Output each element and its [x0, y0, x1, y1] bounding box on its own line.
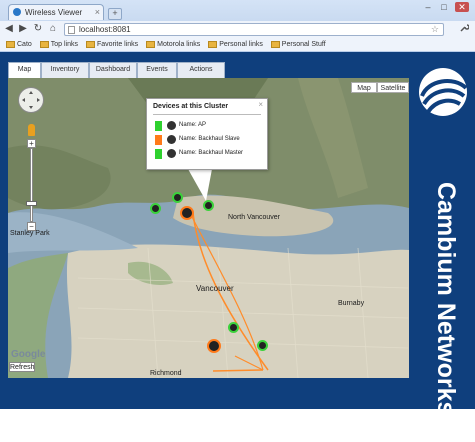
bookmark-item[interactable]: Cato [6, 38, 32, 51]
bookmark-label: Favorite links [96, 41, 139, 48]
bookmark-label: Cato [17, 41, 32, 48]
device-marker[interactable] [203, 200, 214, 211]
forward-button[interactable]: ▶ [17, 23, 29, 35]
refresh-button[interactable]: Refresh [9, 362, 35, 372]
cambium-link[interactable]: Cambium Networks [139, 435, 200, 442]
device-icon [167, 121, 176, 130]
map-label-north-vancouver: North Vancouver [228, 214, 281, 221]
minimize-button[interactable]: – [421, 2, 435, 12]
tab-actions[interactable]: Actions [177, 62, 225, 78]
home-button[interactable]: ⌂ [47, 23, 59, 35]
map-label-richmond: Richmond [150, 370, 182, 377]
footer-separator: | [133, 435, 135, 442]
footer-separator: | [6, 435, 8, 442]
bookmark-item[interactable]: Personal Stuff [270, 38, 326, 51]
tab-dashboard[interactable]: Dashboard [89, 62, 137, 78]
bookmark-item[interactable]: Favorite links [85, 38, 139, 51]
tab-close-icon[interactable]: × [95, 7, 100, 17]
street-view-pegman-icon[interactable] [28, 124, 35, 136]
user-manual-link[interactable]: User Manual [89, 435, 129, 442]
brand-name: Cambium Networks [432, 182, 460, 416]
folder-icon [146, 40, 156, 48]
map-label-burnaby: Burnaby [338, 300, 365, 307]
zoom-slider-thumb[interactable] [26, 201, 37, 206]
close-window-button[interactable]: ✕ [455, 2, 469, 12]
bookmark-label: Motorola links [157, 41, 201, 48]
tab-events[interactable]: Events [137, 62, 177, 78]
device-icon [167, 135, 176, 144]
map-label-vancouver: Vancouver [196, 284, 234, 293]
bookmark-item[interactable]: Personal links [208, 38, 263, 51]
popup-pointer [188, 169, 212, 201]
popup-title: Devices at this Cluster [153, 103, 229, 110]
status-swatch [155, 149, 162, 159]
pan-control[interactable] [18, 87, 44, 113]
device-name: Name: Backhaul Master [179, 150, 244, 156]
folder-icon [6, 40, 15, 48]
tab-map[interactable]: Map [8, 62, 41, 78]
wrench-icon [460, 24, 470, 32]
satellite-type-button[interactable]: Satellite [377, 82, 409, 93]
pan-arrows-icon [22, 91, 40, 109]
folder-icon [39, 40, 49, 48]
browser-chrome: Wireless Viewer × + – □ ✕ ◀ ▶ ↻ ⌂ localh… [0, 0, 475, 53]
status-swatch [155, 121, 162, 131]
footer-separator: | [83, 435, 86, 442]
bookmark-item[interactable]: Motorola links [146, 38, 200, 51]
device-name: Name: AP [179, 122, 207, 128]
bookmark-star-icon[interactable]: ☆ [431, 24, 439, 35]
cluster-popup: Devices at this Cluster × Name: AP Name:… [146, 98, 268, 170]
address-text: localhost:8081 [79, 25, 131, 34]
tab-favicon-icon [13, 8, 21, 16]
device-name: Name: Backhaul Slave [179, 136, 240, 142]
back-button[interactable]: ◀ [3, 23, 15, 35]
device-marker[interactable] [150, 203, 161, 214]
google-attribution: Google [11, 349, 46, 360]
popup-close-icon[interactable]: × [258, 100, 263, 109]
status-swatch [155, 135, 162, 145]
device-icon [167, 149, 176, 158]
page-icon [68, 26, 75, 34]
device-marker[interactable] [207, 339, 221, 353]
device-marker[interactable] [180, 206, 194, 220]
popup-divider [153, 114, 261, 115]
address-bar[interactable]: localhost:8081 ☆ [64, 23, 444, 36]
map-label-stanley-park: Stanley Park [10, 230, 50, 237]
map-type-button[interactable]: Map [351, 82, 377, 93]
bookmark-item[interactable]: Top links [39, 38, 78, 51]
wrench-menu-icon[interactable] [459, 23, 470, 36]
maximize-button[interactable]: □ [437, 2, 451, 12]
zoom-slider[interactable] [30, 148, 33, 222]
bookmarks-bar: Cato Top links Favorite links Motorola l… [0, 38, 475, 51]
tab-title: Wireless Viewer [25, 8, 83, 17]
device-marker[interactable] [172, 192, 183, 203]
about-link[interactable]: About Wireless Viewer [9, 435, 79, 442]
zoom-in-button[interactable]: + [27, 139, 36, 148]
footer-links: | About Wireless Viewer | User Manual | … [6, 435, 204, 442]
new-tab-button[interactable]: + [108, 8, 122, 20]
device-marker[interactable] [228, 322, 239, 333]
browser-tab[interactable]: Wireless Viewer × [8, 4, 104, 20]
bookmark-label: Top links [50, 41, 78, 48]
cambium-logo-icon [419, 68, 468, 116]
bookmark-label: Personal links [219, 41, 263, 48]
folder-icon [208, 40, 218, 48]
footer-separator: | [201, 435, 204, 442]
tab-inventory[interactable]: Inventory [41, 62, 89, 78]
device-marker[interactable] [257, 340, 268, 351]
browser-toolbar: ◀ ▶ ↻ ⌂ localhost:8081 ☆ [0, 21, 475, 38]
bookmark-label: Personal Stuff [281, 41, 326, 48]
reload-button[interactable]: ↻ [32, 23, 44, 35]
folder-icon [270, 40, 280, 48]
folder-icon [85, 40, 95, 48]
